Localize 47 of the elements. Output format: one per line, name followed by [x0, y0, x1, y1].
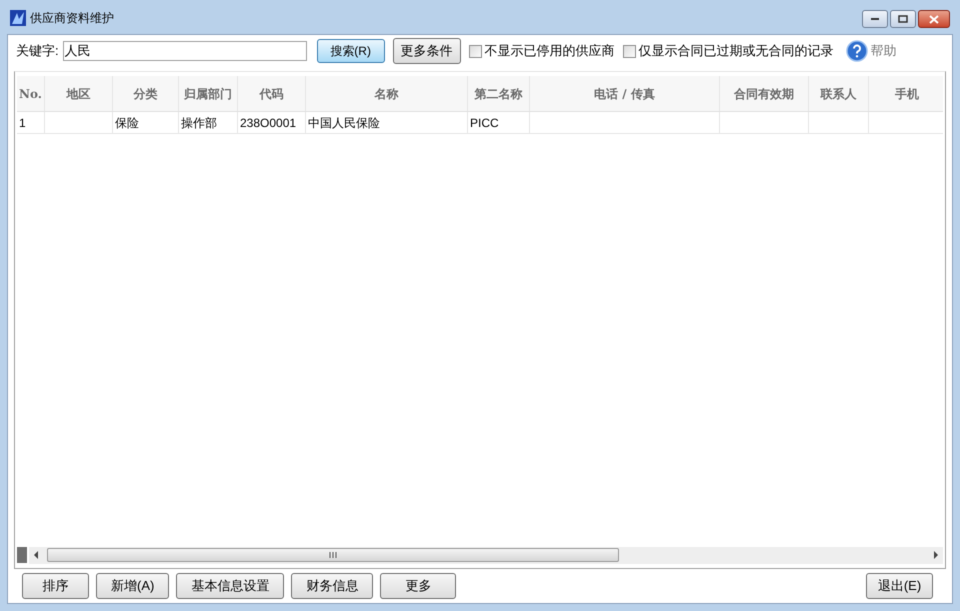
app-logo-icon — [10, 10, 26, 26]
action-button[interactable]: 基本信息设置 — [176, 573, 284, 599]
table-cell-text: 238O0001 — [240, 114, 296, 132]
action-button[interactable]: 新增(A) — [96, 573, 170, 599]
help-icon — [846, 40, 868, 62]
column-header[interactable]: 第二名称 — [468, 76, 530, 111]
column-header[interactable]: 合同有效期 — [720, 76, 809, 111]
column-header[interactable]: 地区 — [45, 76, 113, 111]
action-button[interactable]: 排序 — [22, 573, 89, 599]
table-cell-text: 操作部 — [181, 114, 217, 132]
close-button[interactable] — [918, 10, 950, 28]
column-header[interactable]: 联系人 — [809, 76, 869, 111]
help-button[interactable]: 帮助 — [846, 40, 897, 62]
more-conditions-button[interactable]: 更多条件 — [392, 38, 461, 64]
column-header[interactable]: 手机 — [869, 76, 943, 111]
column-header[interactable]: No. — [17, 76, 45, 111]
table-cell-text: 1 — [19, 114, 26, 132]
minimize-icon — [870, 17, 880, 21]
column-header[interactable]: 名称 — [306, 76, 468, 111]
scroll-right-icon[interactable] — [933, 551, 939, 559]
minimize-button[interactable] — [862, 10, 888, 28]
column-header[interactable]: 分类 — [113, 76, 179, 111]
keyword-label: 关键字: — [16, 42, 59, 60]
table-cell-text: 中国人民保险 — [308, 114, 380, 132]
scroll-corner — [17, 547, 27, 563]
horizontal-scrollbar[interactable] — [29, 546, 943, 564]
checkbox-label: 不显示已停用的供应商 — [484, 42, 615, 60]
scroll-left-icon[interactable] — [33, 551, 39, 559]
window-title: 供应商资料维护 — [30, 10, 114, 27]
scroll-thumb[interactable] — [47, 548, 619, 562]
action-button[interactable]: 财务信息 — [291, 573, 374, 599]
restore-icon — [898, 15, 908, 23]
checkbox-label: 仅显示合同已过期或无合同的记录 — [638, 42, 834, 60]
search-button[interactable]: 搜索(R) — [316, 39, 385, 63]
column-header[interactable]: 代码 — [238, 76, 306, 111]
column-header[interactable]: 电话 / 传真 — [530, 76, 720, 111]
exit-button[interactable]: 退出(E) — [866, 573, 933, 599]
checkbox[interactable] — [468, 44, 482, 58]
keyword-field[interactable]: 人民 — [62, 41, 307, 61]
column-header[interactable]: 归属部门 — [179, 76, 238, 111]
table-cell-text: PICC — [470, 114, 499, 132]
grip-icon — [329, 552, 337, 558]
close-icon — [929, 14, 939, 24]
action-button[interactable]: 更多 — [380, 573, 456, 599]
maximize-button[interactable] — [890, 10, 916, 28]
checkbox[interactable] — [622, 44, 636, 58]
table-cell-text: 保险 — [115, 114, 139, 132]
